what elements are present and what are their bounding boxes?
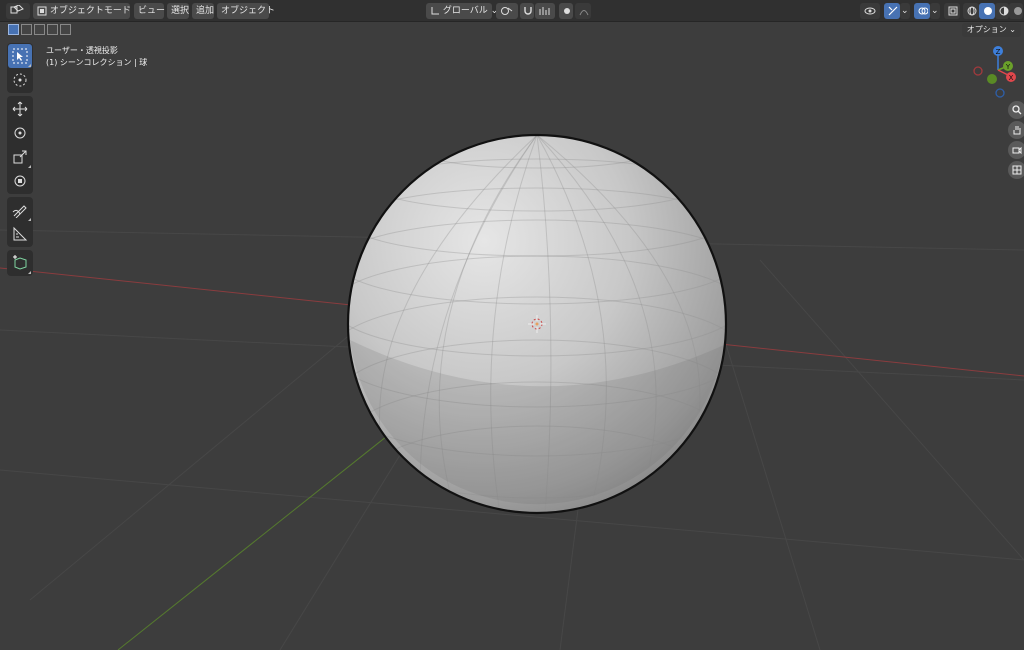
chevron-down-icon: ⌄ xyxy=(1009,25,1016,34)
snap-toggle[interactable] xyxy=(520,3,534,19)
ruler-icon xyxy=(13,226,28,241)
magnet-icon xyxy=(524,6,532,15)
falloff-dropdown[interactable] xyxy=(575,3,591,19)
shading-wireframe-button[interactable] xyxy=(963,3,979,19)
move-tool[interactable] xyxy=(8,97,32,121)
shading-rendered-button[interactable] xyxy=(1009,3,1023,19)
gizmo-neg-y-axis[interactable] xyxy=(987,74,997,84)
gizmo-y-label: Y xyxy=(1005,63,1011,71)
orientation-icon xyxy=(431,6,439,14)
3d-viewport[interactable] xyxy=(0,22,1024,650)
blender-window: オブジェクトモード ⌄ ビュー 選択 追加 オブジェクト グローバル ⌄ xyxy=(0,0,1024,650)
gizmo-neg-z-axis[interactable] xyxy=(995,88,1005,98)
options-label: オプション xyxy=(966,25,1007,34)
menu-add[interactable]: 追加 xyxy=(192,3,214,19)
menu-select[interactable]: 選択 xyxy=(167,3,189,19)
pan-button[interactable] xyxy=(1008,121,1024,139)
scale-icon xyxy=(13,150,27,164)
navigation-gizmo[interactable]: Z Y X xyxy=(966,40,1024,102)
camera-view-button[interactable] xyxy=(1008,141,1024,159)
scene-canvas[interactable] xyxy=(0,22,1024,650)
gizmo-toggle[interactable] xyxy=(884,3,900,19)
view-name: ユーザー・透視投影 xyxy=(46,46,118,55)
solid-sphere-icon xyxy=(984,6,992,15)
select-box-tool[interactable] xyxy=(8,44,32,68)
mode-label: オブジェクトモード xyxy=(49,6,131,16)
cursor-icon xyxy=(13,73,27,87)
grid-icon xyxy=(1012,165,1022,175)
viewport-header: オブジェクトモード ⌄ ビュー 選択 追加 オブジェクト グローバル ⌄ xyxy=(0,0,1024,22)
camera-icon xyxy=(1012,146,1022,155)
menu-view[interactable]: ビュー xyxy=(134,3,165,19)
zoom-icon xyxy=(1012,105,1022,115)
select-box-icon xyxy=(12,48,28,64)
gizmo-neg-x-axis[interactable] xyxy=(973,66,983,76)
measure-tool[interactable] xyxy=(8,222,32,246)
gizmo-icon xyxy=(888,6,898,15)
snap-increment-icon xyxy=(539,6,550,15)
menu-object[interactable]: オブジェクト xyxy=(217,3,275,19)
transform-icon xyxy=(14,175,26,187)
zoom-button[interactable] xyxy=(1008,101,1024,119)
annotate-tool[interactable] xyxy=(8,198,32,222)
pencil-icon xyxy=(12,205,27,218)
collection-info: (1) シーンコレクション | 球 xyxy=(46,58,148,67)
transform-orientation-dropdown[interactable]: グローバル ⌄ xyxy=(426,3,498,19)
xray-toggle[interactable] xyxy=(944,3,960,19)
cursor-tool[interactable] xyxy=(8,68,32,92)
mode-dropdown[interactable]: オブジェクトモード ⌄ xyxy=(33,3,141,19)
falloff-curve-icon xyxy=(579,9,589,15)
gizmo-z-label: Z xyxy=(996,48,1001,56)
shading-solid-button[interactable] xyxy=(979,3,995,19)
options-dropdown[interactable]: オプション ⌄ xyxy=(961,23,1021,37)
pivot-point-button[interactable] xyxy=(496,3,518,19)
eye-icon xyxy=(864,7,876,14)
rotate-icon xyxy=(14,127,26,139)
select-new-icon[interactable] xyxy=(8,24,19,35)
xray-icon xyxy=(948,6,958,15)
gizmo-dropdown[interactable]: ⌄ xyxy=(900,3,910,19)
perspective-toggle-button[interactable] xyxy=(1008,161,1024,179)
shading-material-button[interactable] xyxy=(995,3,1009,19)
proportional-edit-icon xyxy=(564,7,570,14)
editor-type-icon xyxy=(10,4,24,13)
wireframe-sphere-icon xyxy=(967,6,977,15)
select-intersect-icon[interactable] xyxy=(60,24,71,35)
chevron-down-icon: ⌄ xyxy=(931,6,939,16)
overlays-icon xyxy=(918,7,928,14)
pivot-icon xyxy=(501,6,513,15)
snap-target-dropdown[interactable] xyxy=(535,3,555,19)
hand-icon xyxy=(1013,126,1021,135)
gizmo-x-label: X xyxy=(1009,74,1014,82)
rendered-sphere-icon xyxy=(1014,6,1022,15)
transform-tool[interactable] xyxy=(8,169,32,193)
object-mode-icon xyxy=(37,6,47,15)
move-icon xyxy=(12,101,28,117)
select-extend-icon[interactable] xyxy=(21,24,32,35)
add-cube-icon xyxy=(13,255,27,270)
orientation-label: グローバル xyxy=(442,6,488,16)
rotate-tool[interactable] xyxy=(8,121,32,145)
editor-type-button[interactable] xyxy=(6,3,30,19)
scale-tool[interactable] xyxy=(8,145,32,169)
material-sphere-icon xyxy=(999,6,1009,15)
overlays-toggle[interactable] xyxy=(914,3,930,19)
chevron-down-icon: ⌄ xyxy=(901,6,909,16)
select-invert-icon[interactable] xyxy=(47,24,58,35)
tool-shelf xyxy=(7,43,33,279)
select-subtract-icon[interactable] xyxy=(34,24,45,35)
visibility-dropdown[interactable] xyxy=(860,3,880,19)
add-cube-tool[interactable] xyxy=(8,251,32,275)
proportional-edit-toggle[interactable] xyxy=(559,3,573,19)
overlays-dropdown[interactable]: ⌄ xyxy=(930,3,940,19)
